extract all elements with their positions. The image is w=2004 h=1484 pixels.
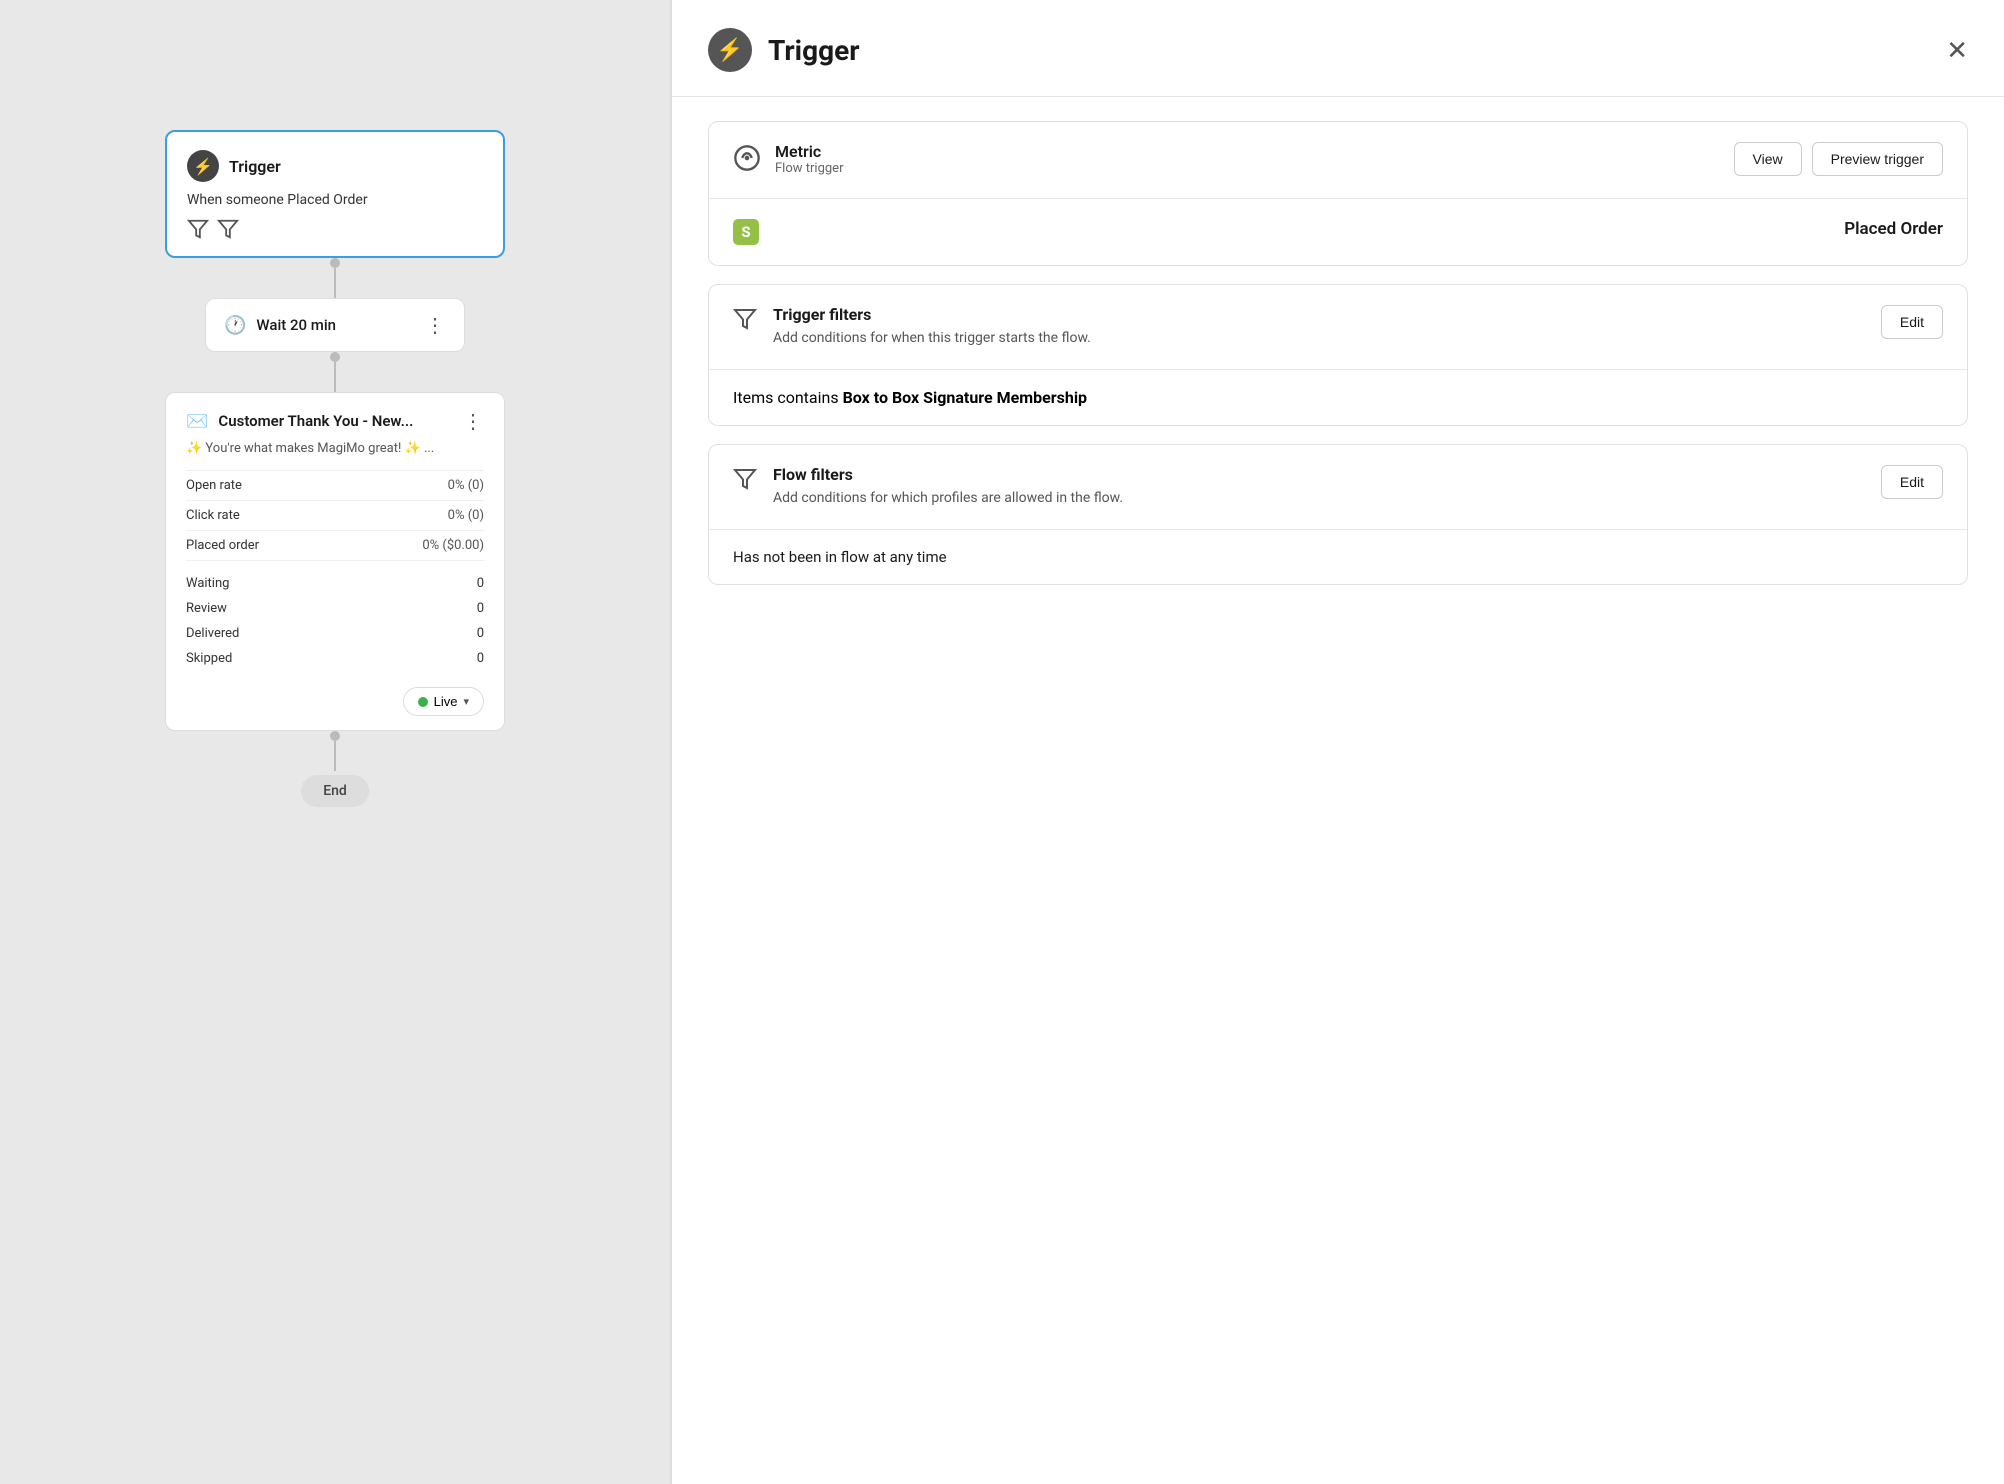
- count-value-delivered: 0: [477, 626, 484, 641]
- live-status-button[interactable]: Live ▾: [403, 687, 484, 716]
- trigger-node-subtitle: When someone Placed Order: [187, 192, 483, 208]
- stat-label-placed: Placed order: [186, 538, 259, 553]
- stat-label-click: Click rate: [186, 508, 240, 523]
- wait-more-options[interactable]: ⋮: [425, 313, 446, 337]
- panel-title: Trigger: [768, 34, 859, 67]
- flow-canvas: ⚡ Trigger When someone Placed Order 🕐 Wa…: [0, 0, 670, 1484]
- preview-trigger-button[interactable]: Preview trigger: [1812, 142, 1943, 176]
- trigger-filters-value: Items contains Box to Box Signature Memb…: [709, 369, 1967, 425]
- metric-sub-label: Flow trigger: [775, 161, 1718, 176]
- flow-filters-desc: Add conditions for which profiles are al…: [773, 488, 1865, 509]
- trigger-filters-card: Trigger filters Add conditions for when …: [708, 284, 1968, 426]
- count-label-delivered: Delivered: [186, 626, 239, 641]
- connector-line-3: [334, 741, 336, 771]
- count-delivered: Delivered 0: [186, 621, 484, 646]
- count-label-review: Review: [186, 601, 227, 616]
- live-label: Live: [434, 694, 458, 709]
- trigger-filter-items-label: Items: [733, 388, 773, 407]
- connector-dot-2: [330, 352, 340, 362]
- metric-icon: [733, 144, 761, 178]
- right-panel: ⚡ Trigger ✕ Metric F: [672, 0, 2004, 1484]
- count-waiting: Waiting 0: [186, 571, 484, 596]
- live-indicator: [418, 697, 428, 707]
- panel-title-icon: ⚡: [708, 28, 752, 72]
- trigger-lightning-icon: ⚡: [187, 150, 219, 182]
- view-button[interactable]: View: [1734, 142, 1802, 176]
- metric-content: Metric Flow trigger: [775, 142, 1718, 178]
- placed-order-label: Placed Order: [1844, 219, 1943, 239]
- count-label-skipped: Skipped: [186, 651, 232, 666]
- count-value-waiting: 0: [477, 576, 484, 591]
- flow-filters-card: Flow filters Add conditions for which pr…: [708, 444, 1968, 585]
- trigger-node-title: Trigger: [229, 157, 281, 176]
- close-button[interactable]: ✕: [1946, 37, 1968, 63]
- end-label: End: [323, 783, 347, 799]
- stat-value-click: 0% (0): [448, 508, 484, 523]
- metric-section: Metric Flow trigger View Preview trigger: [709, 122, 1967, 198]
- shopify-icon: S: [733, 219, 759, 245]
- trigger-filters-content: Trigger filters Add conditions for when …: [773, 305, 1865, 349]
- count-value-skipped: 0: [477, 651, 484, 666]
- trigger-filters-edit-button[interactable]: Edit: [1881, 305, 1943, 339]
- stat-click-rate: Click rate 0% (0): [186, 501, 484, 531]
- wait-label: Wait 20 min: [256, 316, 336, 334]
- flow-filters-content: Flow filters Add conditions for which pr…: [773, 465, 1865, 509]
- trigger-filters-heading: Trigger filters: [773, 305, 1865, 324]
- email-icon: ✉️: [186, 411, 208, 432]
- metric-card: Metric Flow trigger View Preview trigger…: [708, 121, 1968, 266]
- connector-line-2: [334, 362, 336, 392]
- trigger-filter-item-name: Box to Box Signature Membership: [843, 388, 1088, 407]
- panel-header: ⚡ Trigger ✕: [672, 0, 2004, 97]
- trigger-filter-contains: contains: [773, 388, 842, 407]
- flow-filters-section: Flow filters Add conditions for which pr…: [709, 445, 1967, 529]
- flow-filter-value-text: Has not been in flow at any time: [733, 548, 947, 566]
- stat-placed-order: Placed order 0% ($0.00): [186, 531, 484, 561]
- trigger-filters-section: Trigger filters Add conditions for when …: [709, 285, 1967, 369]
- trigger-filter-icon-2: [217, 218, 239, 240]
- connector-line-1: [334, 268, 336, 298]
- clock-icon: 🕐: [224, 315, 246, 336]
- trigger-filter-funnel-icon: [733, 307, 757, 336]
- trigger-filter-icon-1: [187, 218, 209, 240]
- connector-dot-1: [330, 258, 340, 268]
- email-node-title: Customer Thank You - New...: [218, 412, 413, 430]
- stat-value-open: 0% (0): [448, 478, 484, 493]
- stat-value-placed: 0% ($0.00): [422, 538, 484, 553]
- flow-filters-heading: Flow filters: [773, 465, 1865, 484]
- metric-label: Metric: [775, 142, 1718, 161]
- wait-node[interactable]: 🕐 Wait 20 min ⋮: [205, 298, 465, 352]
- trigger-node[interactable]: ⚡ Trigger When someone Placed Order: [165, 130, 505, 258]
- stat-label-open: Open rate: [186, 478, 242, 493]
- end-node: End: [301, 775, 369, 807]
- count-review: Review 0: [186, 596, 484, 621]
- trigger-filters-desc: Add conditions for when this trigger sta…: [773, 328, 1865, 349]
- count-skipped: Skipped 0: [186, 646, 484, 671]
- flow-filters-value: Has not been in flow at any time: [709, 529, 1967, 584]
- chevron-down-icon: ▾: [463, 695, 469, 708]
- metric-actions: View Preview trigger: [1734, 142, 1943, 176]
- count-label-waiting: Waiting: [186, 576, 229, 591]
- flow-filters-edit-button[interactable]: Edit: [1881, 465, 1943, 499]
- count-value-review: 0: [477, 601, 484, 616]
- stat-open-rate: Open rate 0% (0): [186, 471, 484, 501]
- email-node[interactable]: ✉️ Customer Thank You - New... ⋮ ✨ You'r…: [165, 392, 505, 731]
- panel-body: Metric Flow trigger View Preview trigger…: [672, 97, 2004, 609]
- email-preview-text: ✨ You're what makes MagiMo great! ✨ ...: [186, 441, 484, 456]
- flow-filter-funnel-icon: [733, 467, 757, 496]
- connector-dot-3: [330, 731, 340, 741]
- placed-order-section: S Placed Order: [709, 198, 1967, 265]
- email-more-options[interactable]: ⋮: [463, 409, 484, 433]
